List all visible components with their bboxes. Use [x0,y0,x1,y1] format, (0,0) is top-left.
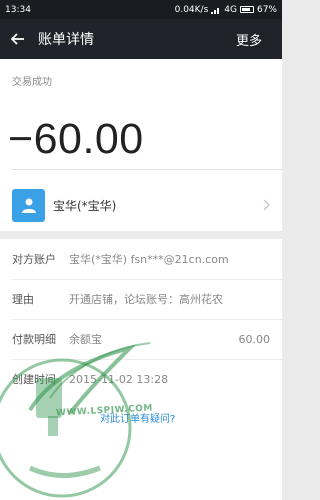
transaction-status: 交易成功 [12,77,52,88]
nav-bar: 账单详情 更多 [0,19,282,59]
counterparty-name: 宝华(*宝华) [53,198,117,213]
detail-row-account: 对方账户 宝华(*宝华) fsn***@21cn.com [0,239,282,279]
detail-row-reason: 理由 开通店铺，论坛账号：高州花农 [0,279,282,319]
more-button[interactable]: 更多 [236,30,262,49]
divider [12,169,282,170]
transaction-amount: −60.00 [8,115,144,163]
back-arrow-icon [11,33,24,45]
signal-type: 4G [224,4,237,15]
detail-row-created: 创建时间 2015-11-02 13:28 [0,359,282,399]
detail-value: 宝华(*宝华) fsn***@21cn.com [69,253,229,266]
transaction-details: 对方账户 宝华(*宝华) fsn***@21cn.com 理由 开通店铺，论坛账… [0,239,282,500]
transaction-summary: 交易成功 −60.00 宝华(*宝华) [0,59,282,231]
detail-label: 创建时间 [12,373,56,386]
user-avatar [12,188,45,222]
detail-amount: 60.00 [238,332,271,346]
detail-label: 对方账户 [12,253,56,266]
counterparty-row[interactable]: 宝华(*宝华) [0,179,282,231]
network-speed: 0.04K/s [174,4,209,15]
person-icon [21,198,36,213]
signal-icon [211,7,220,14]
status-indicators: 0.04K/s 4G 67% [175,5,277,15]
back-button[interactable] [0,19,36,59]
detail-value: 余额宝 [69,333,102,346]
detail-label: 理由 [12,293,34,306]
status-time: 13:34 [5,4,31,15]
battery-level: 67% [256,4,277,15]
battery-icon [239,6,254,13]
detail-label: 付款明细 [12,333,56,346]
detail-value: 2015-11-02 13:28 [69,372,169,386]
detail-value: 开通店铺，论坛账号：高州花农 [69,293,223,306]
page-title: 账单详情 [38,32,94,48]
chevron-right-icon [263,199,270,211]
detail-row-payment: 付款明细 余额宝 60.00 [0,319,282,359]
status-bar: 13:34 0.04K/s 4G 67% [0,0,282,19]
